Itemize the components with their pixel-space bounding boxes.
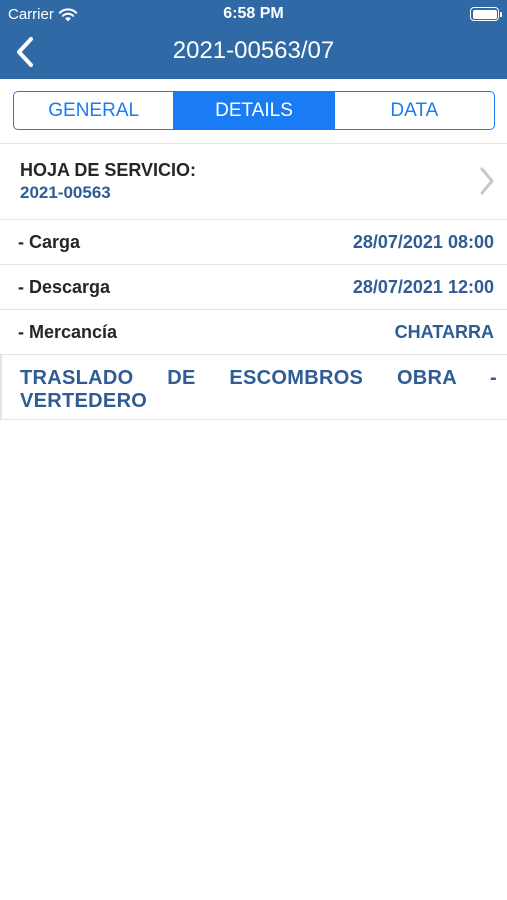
chevron-right-icon — [480, 167, 494, 195]
chevron-left-icon — [17, 37, 33, 67]
back-button[interactable] — [8, 32, 42, 72]
carga-label: - Carga — [18, 232, 81, 252]
status-time: 6:58 PM — [223, 5, 284, 22]
navigation-bar: 2021-00563/07 — [0, 28, 507, 79]
mercancia-value: CHATARRA — [394, 322, 494, 342]
service-sheet-number: 2021-00563 — [20, 183, 111, 202]
mercancia-label: - Mercancía — [18, 322, 118, 342]
tab-data-label: DATA — [390, 99, 439, 121]
service-description: TRASLADO DE ESCOMBROS OBRA - VERTEDERO — [20, 367, 497, 412]
page-title: 2021-00563/07 — [172, 37, 335, 64]
service-sheet-label: HOJA DE SERVICIO: — [20, 160, 197, 180]
battery-level — [472, 9, 497, 19]
tab-general[interactable]: GENERAL — [14, 92, 173, 129]
tab-data[interactable]: DATA — [333, 92, 494, 129]
detail-row-descarga: - Descarga 28/07/2021 12:00 — [0, 264, 507, 309]
service-sheet-row[interactable]: HOJA DE SERVICIO: 2021-00563 — [0, 143, 507, 219]
details-list: HOJA DE SERVICIO: 2021-00563 - Carga 28/… — [0, 143, 507, 420]
tab-segmented-control: GENERAL DETAILS DATA — [13, 91, 495, 130]
descarga-label: - Descarga — [18, 277, 111, 297]
top-bar: Carrier 6:58 PM 2021-00563/07 — [0, 0, 507, 79]
status-bar: Carrier 6:58 PM — [0, 0, 507, 28]
battery-icon — [470, 7, 502, 21]
tab-details[interactable]: DETAILS — [173, 92, 334, 129]
descarga-value: 28/07/2021 12:00 — [352, 277, 494, 297]
detail-row-carga: - Carga 28/07/2021 08:00 — [0, 219, 507, 264]
carga-value: 28/07/2021 08:00 — [352, 232, 494, 252]
detail-row-mercancia: - Mercancía CHATARRA — [0, 309, 507, 354]
description-row: TRASLADO DE ESCOMBROS OBRA - VERTEDERO — [0, 354, 507, 420]
tab-general-label: GENERAL — [48, 99, 140, 121]
tab-details-label: DETAILS — [215, 99, 293, 121]
